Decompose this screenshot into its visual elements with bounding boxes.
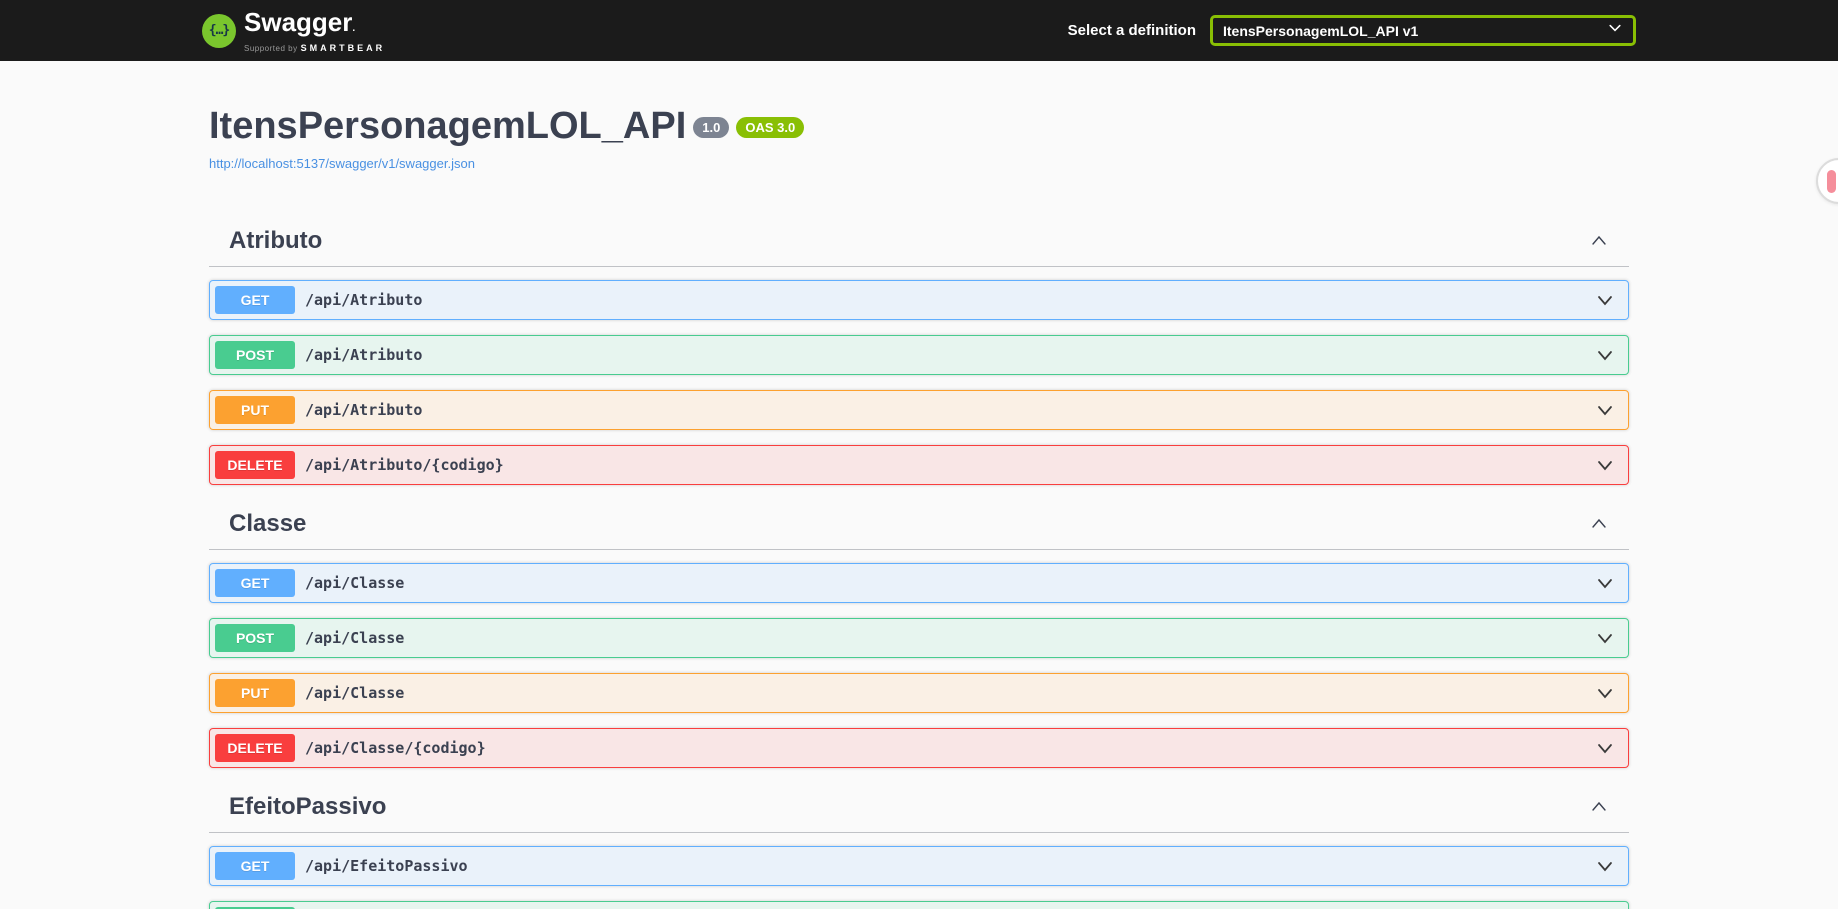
sections: Atributo GET /api/Atributo POST /api/Atr… [209,217,1629,909]
operation-path: /api/Atributo [305,346,423,364]
section-header[interactable]: Atributo [209,217,1629,267]
method-badge: PUT [215,396,295,424]
topbar: {…} Swagger. Supported by SMARTBEAR Selec… [0,0,1838,61]
swagger-tagline: Supported by SMARTBEAR [244,42,386,53]
chevron-down-icon [1607,20,1623,41]
floating-widget-icon [1827,170,1836,193]
operation-path: /api/EfeitoPassivo [305,857,468,875]
topbar-wrapper: {…} Swagger. Supported by SMARTBEAR Selec… [202,0,1636,61]
version-badge: 1.0 [693,117,730,138]
chevron-down-icon [1595,345,1615,365]
floating-widget[interactable] [1816,158,1838,204]
operation-path: /api/Atributo [305,291,423,309]
operation-path: /api/Classe/{codigo} [305,739,486,757]
operation-path: /api/Classe [305,574,405,592]
section-title: EfeitoPassivo [229,793,387,820]
chevron-down-icon [1595,856,1615,876]
chevron-up-icon [1589,797,1609,817]
operation-row[interactable]: POST /api/Atributo [209,335,1629,375]
method-badge: POST [215,624,295,652]
operation-row[interactable]: DELETE /api/Classe/{codigo} [209,728,1629,768]
main-content: ItensPersonagemLOL_API 1.0 OAS 3.0 http://… [209,61,1629,909]
method-badge: POST [215,341,295,369]
operation-row[interactable]: DELETE /api/Atributo/{codigo} [209,445,1629,485]
api-tag-section-atributo: Atributo GET /api/Atributo POST /api/Atr… [209,217,1629,485]
oas-badge: OAS 3.0 [736,117,805,138]
swagger-brand-name: Swagger. [244,6,356,37]
swagger-logo-link[interactable]: {…} Swagger. Supported by SMARTBEAR [202,9,385,53]
operation-row[interactable]: GET /api/Atributo [209,280,1629,320]
chevron-down-icon [1595,455,1615,475]
api-tag-section-efeitopassivo: EfeitoPassivo GET /api/EfeitoPassivo POS… [209,783,1629,909]
section-title: Classe [229,510,307,537]
chevron-down-icon [1595,573,1615,593]
operation-row[interactable]: POST /api/EfeitoPassivo [209,901,1629,909]
operation-row[interactable]: GET /api/Classe [209,563,1629,603]
operation-path: /api/Atributo/{codigo} [305,456,504,474]
method-badge: DELETE [215,451,295,479]
chevron-up-icon [1589,514,1609,534]
section-title: Atributo [229,227,323,254]
operations-list: GET /api/Atributo POST /api/Atributo PUT… [209,280,1629,485]
operation-row[interactable]: PUT /api/Atributo [209,390,1629,430]
chevron-up-icon [1589,231,1609,251]
definition-select[interactable]: ItensPersonagemLOL_API v1 [1210,15,1636,46]
api-info: ItensPersonagemLOL_API 1.0 OAS 3.0 http://… [209,103,1629,173]
method-badge: GET [215,286,295,314]
api-tag-section-classe: Classe GET /api/Classe POST /api/Classe … [209,500,1629,768]
method-badge: GET [215,569,295,597]
spec-url-link[interactable]: http://localhost:5137/swagger/v1/swagger… [209,156,475,171]
chevron-down-icon [1595,290,1615,310]
section-header[interactable]: EfeitoPassivo [209,783,1629,833]
method-badge: DELETE [215,734,295,762]
operation-path: /api/Classe [305,629,405,647]
chevron-down-icon [1595,683,1615,703]
swagger-logo-text: Swagger. Supported by SMARTBEAR [244,9,385,53]
operation-row[interactable]: PUT /api/Classe [209,673,1629,713]
operations-list: GET /api/EfeitoPassivo POST /api/EfeitoP… [209,846,1629,909]
operation-path: /api/Atributo [305,401,423,419]
swagger-logo-icon: {…} [202,13,236,48]
chevron-down-icon [1595,738,1615,758]
select-definition-label: Select a definition [1067,22,1196,39]
chevron-down-icon [1595,400,1615,420]
operations-list: GET /api/Classe POST /api/Classe PUT /ap… [209,563,1629,768]
definition-select-value: ItensPersonagemLOL_API v1 [1223,22,1419,39]
operation-path: /api/Classe [305,684,405,702]
method-badge: PUT [215,679,295,707]
operation-row[interactable]: POST /api/Classe [209,618,1629,658]
section-header[interactable]: Classe [209,500,1629,550]
method-badge: GET [215,852,295,880]
page-title: ItensPersonagemLOL_API 1.0 OAS 3.0 [209,103,1629,149]
operation-row[interactable]: GET /api/EfeitoPassivo [209,846,1629,886]
chevron-down-icon [1595,628,1615,648]
definition-area: Select a definition ItensPersonagemLOL_A… [1068,15,1636,46]
